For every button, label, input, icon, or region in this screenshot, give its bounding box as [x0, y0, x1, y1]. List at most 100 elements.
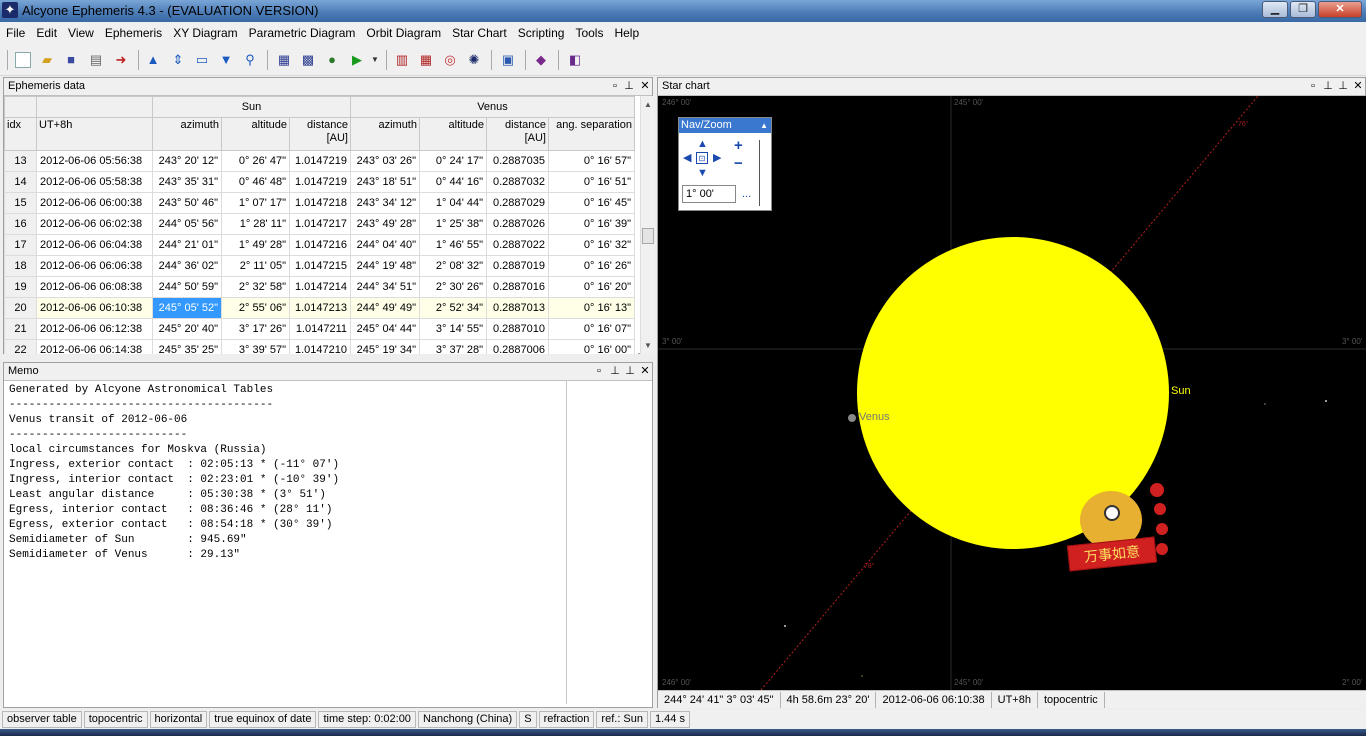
cell-idx[interactable]: 18: [4, 255, 37, 277]
cell-sun-distance[interactable]: 1.0147219: [289, 150, 351, 172]
cell-ang-separation[interactable]: 0° 16' 13": [548, 297, 635, 319]
cell-venus-azimuth[interactable]: 243° 03' 26": [350, 150, 420, 172]
cell-ang-separation[interactable]: 0° 16' 32": [548, 234, 635, 256]
cell-venus-azimuth[interactable]: 245° 19' 34": [350, 339, 420, 354]
table-row[interactable]: 22 2012-06-06 06:14:38 245° 35' 25" 3° 39' …: [4, 339, 635, 354]
column-header-ang-separation[interactable]: ang. separation: [548, 117, 635, 151]
scroll-down-icon[interactable]: ▼: [641, 339, 655, 353]
cell-ang-separation[interactable]: 0° 16' 20": [548, 276, 635, 298]
menu-tools[interactable]: Tools: [575, 26, 603, 40]
cell-venus-altitude[interactable]: 0° 24' 17": [419, 150, 487, 172]
cell-idx[interactable]: 14: [4, 171, 37, 193]
table-row[interactable]: 18 2012-06-06 06:06:38 244° 36' 02" 2° 11' …: [4, 255, 635, 277]
ephemeris-scrollbar[interactable]: ▲ ▼: [640, 96, 654, 354]
column-header-sun-azimuth[interactable]: azimuth: [152, 117, 222, 151]
close-button[interactable]: ✕: [1318, 1, 1362, 18]
cell-sun-azimuth[interactable]: 244° 50' 59": [152, 276, 222, 298]
cell-ang-separation[interactable]: 0° 16' 00": [548, 339, 635, 354]
zoom-icon[interactable]: ⚲: [242, 52, 258, 68]
maximize-icon[interactable]: ▫: [592, 364, 606, 378]
cell-sun-altitude[interactable]: 1° 28' 11": [221, 213, 290, 235]
cell-ang-separation[interactable]: 0° 16' 39": [548, 213, 635, 235]
cell-sun-azimuth[interactable]: 244° 05' 56": [152, 213, 222, 235]
cell-time[interactable]: 2012-06-06 06:10:38: [36, 297, 153, 319]
cell-idx[interactable]: 13: [4, 150, 37, 172]
cell-sun-distance[interactable]: 1.0147210: [289, 339, 351, 354]
table-row[interactable]: 14 2012-06-06 05:58:38 243° 35' 31" 0° 46' …: [4, 171, 635, 193]
cell-ang-separation[interactable]: 0° 16' 26": [548, 255, 635, 277]
cell-sun-azimuth[interactable]: 244° 36' 02": [152, 255, 222, 277]
menu-xy-diagram[interactable]: XY Diagram: [173, 26, 237, 40]
cell-venus-distance[interactable]: 0.2887010: [486, 318, 549, 340]
cell-sun-distance[interactable]: 1.0147215: [289, 255, 351, 277]
cell-sun-altitude[interactable]: 2° 11' 05": [221, 255, 290, 277]
close-icon[interactable]: ✕: [1351, 79, 1365, 93]
cell-idx[interactable]: 19: [4, 276, 37, 298]
menu-parametric-diagram[interactable]: Parametric Diagram: [249, 26, 356, 40]
cell-time[interactable]: 2012-06-06 06:00:38: [36, 192, 153, 214]
menu-help[interactable]: Help: [614, 26, 639, 40]
cell-sun-azimuth[interactable]: 243° 50' 46": [152, 192, 222, 214]
pan-up-icon[interactable]: ▲: [697, 138, 708, 150]
column-header-idx[interactable]: idx: [4, 117, 37, 151]
table-row[interactable]: 17 2012-06-06 06:04:38 244° 21' 01" 1° 49' …: [4, 234, 635, 256]
pan-down-icon[interactable]: ▼: [697, 167, 708, 179]
book-icon[interactable]: ◆: [533, 52, 549, 68]
cell-venus-distance[interactable]: 0.2887016: [486, 276, 549, 298]
pin-icon[interactable]: ⊥: [622, 79, 636, 93]
grid-icon[interactable]: ▦: [418, 52, 434, 68]
cell-venus-distance[interactable]: 0.2887026: [486, 213, 549, 235]
menu-edit[interactable]: Edit: [36, 26, 57, 40]
exit-icon[interactable]: ◧: [567, 52, 583, 68]
table-row[interactable]: 21 2012-06-06 06:12:38 245° 20' 40" 3° 17' …: [4, 318, 635, 340]
pan-left-icon[interactable]: ◀: [683, 152, 691, 164]
cell-venus-altitude[interactable]: 0° 44' 16": [419, 171, 487, 193]
cell-sun-distance[interactable]: 1.0147211: [289, 318, 351, 340]
maximize-icon[interactable]: ▫: [1306, 79, 1320, 93]
table-row[interactable]: 19 2012-06-06 06:08:38 244° 50' 59" 2° 32' …: [4, 276, 635, 298]
cell-sun-altitude[interactable]: 0° 46' 48": [221, 171, 290, 193]
cell-sun-azimuth[interactable]: 245° 35' 25": [152, 339, 222, 354]
collapse-icon[interactable]: ▲: [760, 118, 768, 133]
new-icon[interactable]: [15, 52, 31, 68]
cell-sun-distance[interactable]: 1.0147213: [289, 297, 351, 319]
star-chart-icon[interactable]: ✺: [466, 52, 482, 68]
menu-ephemeris[interactable]: Ephemeris: [105, 26, 162, 40]
move-up-icon[interactable]: ▲: [145, 52, 161, 68]
cell-venus-distance[interactable]: 0.2887019: [486, 255, 549, 277]
cell-sun-azimuth[interactable]: 245° 20' 40": [152, 318, 222, 340]
table-icon[interactable]: ▦: [276, 52, 292, 68]
save-icon[interactable]: ■: [63, 52, 79, 68]
zoom-in-icon[interactable]: +: [734, 138, 743, 153]
memo-text-area[interactable]: Generated by Alcyone Astronomical Tables…: [9, 383, 339, 563]
cell-idx[interactable]: 17: [4, 234, 37, 256]
cell-venus-altitude[interactable]: 1° 04' 44": [419, 192, 487, 214]
table-row[interactable]: 15 2012-06-06 06:00:38 243° 50' 46" 1° 07' …: [4, 192, 635, 214]
cell-sun-altitude[interactable]: 1° 49' 28": [221, 234, 290, 256]
zoom-scale-slider[interactable]: [759, 140, 769, 206]
cell-venus-distance[interactable]: 0.2887022: [486, 234, 549, 256]
close-icon[interactable]: ✕: [638, 79, 652, 93]
pin-icon[interactable]: ⊥: [608, 364, 622, 378]
cell-time[interactable]: 2012-06-06 06:08:38: [36, 276, 153, 298]
cell-idx[interactable]: 20: [4, 297, 37, 319]
menu-file[interactable]: File: [6, 26, 25, 40]
pin-icon[interactable]: ⊥: [1321, 79, 1335, 93]
cell-venus-azimuth[interactable]: 244° 19' 48": [350, 255, 420, 277]
column-header-venus-distance[interactable]: distance [AU]: [486, 117, 549, 151]
cell-sun-azimuth[interactable]: 243° 35' 31": [152, 171, 222, 193]
picture-icon[interactable]: ▣: [500, 52, 516, 68]
cell-time[interactable]: 2012-06-06 06:12:38: [36, 318, 153, 340]
cell-sun-distance[interactable]: 1.0147218: [289, 192, 351, 214]
cell-ang-separation[interactable]: 0° 16' 07": [548, 318, 635, 340]
cell-idx[interactable]: 15: [4, 192, 37, 214]
cell-venus-distance[interactable]: 0.2887013: [486, 297, 549, 319]
maximize-icon[interactable]: ▫: [608, 79, 622, 93]
float-icon[interactable]: ⊥: [623, 364, 637, 378]
cell-venus-altitude[interactable]: 2° 30' 26": [419, 276, 487, 298]
restore-button[interactable]: ❐: [1290, 1, 1316, 18]
cell-sun-altitude[interactable]: 2° 32' 58": [221, 276, 290, 298]
column-header-venus-azimuth[interactable]: azimuth: [350, 117, 420, 151]
cell-idx[interactable]: 21: [4, 318, 37, 340]
cell-sun-distance[interactable]: 1.0147219: [289, 171, 351, 193]
